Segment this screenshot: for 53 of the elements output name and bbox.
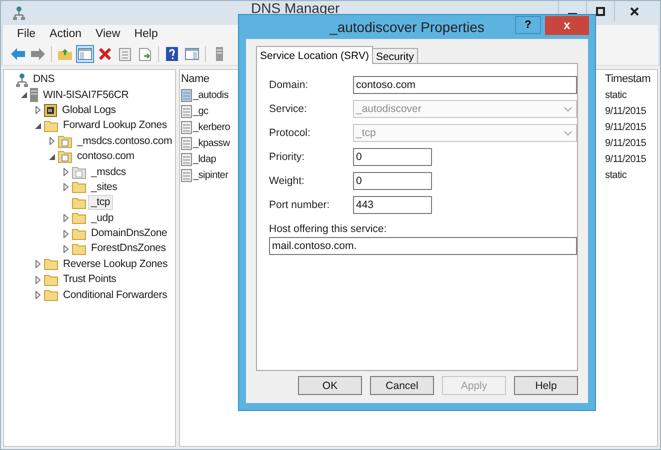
table-cell[interactable]: _autodis (193, 90, 228, 100)
table-cell[interactable]: _sipinter (193, 170, 228, 180)
tree-item[interactable]: Forward Lookup Zones (60, 118, 170, 134)
tree-item[interactable]: Global Logs (59, 102, 119, 118)
table-cell-text: static (604, 170, 627, 180)
input-field[interactable]: 0 (353, 172, 432, 190)
field-label: Service: (269, 103, 308, 115)
menu-item[interactable]: Help (134, 28, 158, 40)
menu-item[interactable]: View (96, 28, 120, 40)
table-cell-text: 9/11/2015 (604, 106, 646, 116)
column-header[interactable]: Timestam (601, 72, 650, 84)
table-cell[interactable]: _ldap (193, 154, 216, 164)
tree-item[interactable]: Conditional Forwarders (60, 288, 170, 303)
tree-item[interactable]: _msdcs.contoso.com (74, 134, 176, 149)
dialog-button[interactable]: Help (514, 376, 578, 395)
tree-item[interactable]: WIN-5ISAI7F56CR (40, 88, 132, 103)
table-cell-text: static (604, 90, 627, 100)
field-label: Host offering this service: (269, 223, 388, 235)
table-cell-text: 9/11/2015 (604, 122, 646, 132)
tree-item[interactable]: contoso.com (74, 149, 138, 164)
tree-item[interactable]: _udp (88, 210, 117, 226)
dialog-button[interactable]: Cancel (370, 376, 434, 395)
field-label: Weight: (269, 175, 306, 187)
menu-item[interactable]: Action (50, 28, 82, 40)
tree-item[interactable]: _sites (88, 180, 120, 195)
tree-item[interactable]: _msdcs (88, 164, 129, 180)
tree-item[interactable]: DomainDnsZone (88, 226, 170, 242)
dialog-title: _autodiscover Properties (328, 19, 486, 35)
input-field[interactable]: mail.contoso.com. (269, 237, 577, 255)
table-cell[interactable]: _kpassw (193, 138, 230, 148)
tree-item[interactable]: ForestDnsZones (88, 241, 169, 256)
table-cell-text: 9/11/2015 (604, 138, 646, 148)
field-label: Port number: (269, 199, 331, 211)
tab[interactable]: Security (372, 48, 418, 64)
tree-item[interactable]: _tcp (88, 195, 114, 210)
dialog-button[interactable]: OK (298, 376, 362, 395)
tree-item[interactable]: Reverse Lookup Zones (60, 256, 171, 272)
window-title: DNS Manager (251, 1, 340, 15)
field-label: Domain: (269, 79, 310, 91)
input-field[interactable]: contoso.com (353, 76, 577, 94)
help-button[interactable]: ? (515, 16, 541, 34)
table-cell-text: 9/11/2015 (604, 154, 646, 164)
menu-item[interactable]: File (17, 28, 36, 40)
field-label: Protocol: (269, 127, 312, 139)
close-button[interactable]: x (545, 16, 589, 34)
tab[interactable]: Service Location (SRV) (256, 46, 373, 64)
input-field[interactable]: 443 (353, 196, 432, 214)
field-label: Priority: (269, 151, 306, 163)
tree-item[interactable]: DNS (30, 72, 58, 88)
table-cell[interactable]: _kerbero (193, 122, 230, 132)
input-field[interactable]: 0 (353, 148, 432, 166)
table-cell[interactable]: _gc (193, 106, 208, 116)
tree-item[interactable]: Trust Points (60, 272, 120, 288)
